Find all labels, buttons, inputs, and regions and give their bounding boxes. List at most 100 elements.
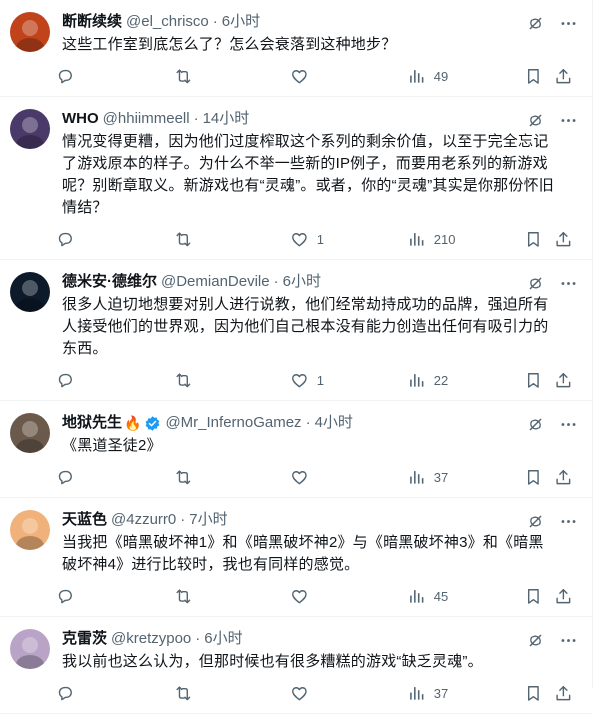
like-button[interactable]: 1 [290,371,324,390]
display-name[interactable]: WHO [62,109,99,129]
reply-button[interactable] [56,230,75,249]
reply-button[interactable] [56,587,75,606]
avatar[interactable] [10,12,50,52]
user-handle[interactable]: @4zzurr0 [111,510,176,530]
like-button[interactable] [290,67,317,86]
share-button[interactable] [554,684,573,703]
timestamp[interactable]: 7小时 [189,510,227,530]
views-button[interactable]: 22 [407,371,448,390]
grok-icon[interactable] [526,512,545,531]
retweet-button[interactable] [174,67,193,86]
display-name[interactable]: 克雷茨 [62,629,107,649]
timestamp[interactable]: 6小时 [283,272,321,292]
share-button[interactable] [554,67,573,86]
fire-emoji: 🔥 [124,415,142,431]
reply-button[interactable] [56,67,75,86]
share-button[interactable] [554,371,573,390]
heart-icon [290,371,309,390]
grok-icon[interactable] [526,415,545,434]
heart-icon [290,67,309,86]
tweet-text: 《黑道圣徒2》 [62,437,162,454]
user-handle[interactable]: @DemianDevile [161,272,270,292]
views-button[interactable]: 49 [407,67,448,86]
avatar[interactable] [10,629,50,669]
tweet-header-actions [526,512,578,531]
avatar[interactable] [10,272,50,312]
retweet-button[interactable] [174,230,193,249]
timestamp[interactable]: 6小时 [222,12,260,32]
bookmark-button[interactable] [524,230,543,249]
user-handle[interactable]: @Mr_InfernoGamez [165,413,301,433]
bookmark-button[interactable] [524,587,543,606]
share-button[interactable] [554,230,573,249]
share-button[interactable] [554,587,573,606]
share-button[interactable] [554,468,573,487]
retweet-button[interactable] [174,371,193,390]
bookmark-button[interactable] [524,684,543,703]
bookmark-icon [524,371,543,390]
views-chart-icon [407,230,426,249]
user-handle[interactable]: @hhiimmeell [103,109,190,129]
like-button[interactable] [290,684,317,703]
bookmark-button[interactable] [524,468,543,487]
views-count: 22 [433,372,449,388]
tweet-text: 我以前也这么认为，但那时候也有很多糟糕的游戏“缺乏灵魂”。 [62,653,483,670]
avatar[interactable] [10,413,50,453]
timestamp[interactable]: 14小时 [203,109,250,129]
display-name[interactable]: 德米安·德维尔 [62,272,157,292]
grok-icon[interactable] [526,274,545,293]
tweet-1[interactable]: 断断续续 @el_chrisco · 6小时 这些工作室到底怎么了？怎么会衰落到… [0,0,592,97]
user-handle[interactable]: @el_chrisco [126,12,209,32]
tweet-header-actions [526,631,578,650]
display-name[interactable]: 断断续续 [62,12,122,32]
more-options-icon[interactable] [559,14,578,33]
reply-button[interactable] [56,468,75,487]
retweet-button[interactable] [174,684,193,703]
bookmark-icon [524,468,543,487]
like-button[interactable] [290,468,317,487]
timestamp[interactable]: 6小时 [204,629,242,649]
grok-icon[interactable] [526,631,545,650]
views-button[interactable]: 45 [407,587,448,606]
bookmark-icon [524,684,543,703]
more-options-icon[interactable] [559,111,578,130]
tweet-6[interactable]: 克雷茨 @kretzypoo · 6小时 我以前也这么认为，但那时候也有很多糟糕… [0,617,592,714]
tweet-4[interactable]: 地狱先生 🔥 @Mr_InfernoGamez · 4小时 《黑道圣徒2》 37 [0,401,592,498]
tweet-5[interactable]: 天蓝色 @4zzurr0 · 7小时 当我把《暗黑破坏神1》和《暗黑破坏神2》与… [0,498,592,617]
retweet-button[interactable] [174,468,193,487]
reply-button[interactable] [56,371,75,390]
tweet-actions: 1 22 [58,360,576,400]
more-options-icon[interactable] [559,415,578,434]
tweet-text: 情况变得更糟，因为他们过度榨取这个系列的剩余价值，以至于完全忘记了游戏原本的样子… [62,133,554,216]
display-name[interactable]: 地狱先生 [62,413,122,433]
timestamp[interactable]: 4小时 [315,413,353,433]
bookmark-button[interactable] [524,67,543,86]
tweet-2[interactable]: WHO @hhiimmeell · 14小时 情况变得更糟，因为他们过度榨取这个… [0,97,592,260]
avatar[interactable] [10,510,50,550]
like-button[interactable] [290,587,317,606]
more-options-icon[interactable] [559,274,578,293]
bookmark-button[interactable] [524,371,543,390]
more-options-icon[interactable] [559,631,578,650]
avatar[interactable] [10,109,50,149]
separator-dot: · [180,511,186,528]
like-count: 1 [316,372,324,388]
grok-icon[interactable] [526,111,545,130]
views-button[interactable]: 210 [407,230,455,249]
tweet-header: 德米安·德维尔 @DemianDevile · 6小时 [62,272,576,292]
reply-button[interactable] [56,684,75,703]
like-button[interactable]: 1 [290,230,324,249]
tweet-actions: 45 [58,576,576,616]
bookmark-icon [524,67,543,86]
views-button[interactable]: 37 [407,468,448,487]
tweet-header: 断断续续 @el_chrisco · 6小时 [62,12,576,32]
views-chart-icon [407,684,426,703]
views-button[interactable]: 37 [407,684,448,703]
grok-icon[interactable] [526,14,545,33]
tweet-3[interactable]: 德米安·德维尔 @DemianDevile · 6小时 很多人迫切地想要对别人进… [0,260,592,401]
more-options-icon[interactable] [559,512,578,531]
user-handle[interactable]: @kretzypoo [111,629,191,649]
tweet-header: 克雷茨 @kretzypoo · 6小时 [62,629,576,649]
display-name[interactable]: 天蓝色 [62,510,107,530]
retweet-button[interactable] [174,587,193,606]
